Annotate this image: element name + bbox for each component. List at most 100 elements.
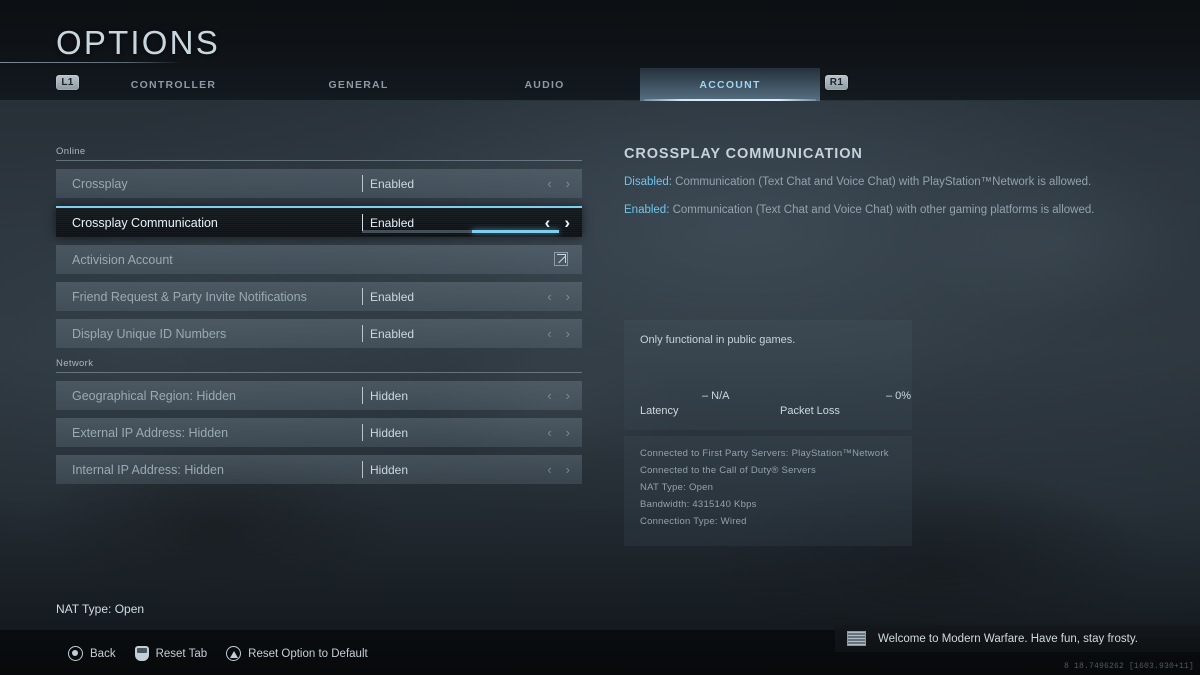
section-divider-online xyxy=(56,160,582,161)
stepper-arrows: ‹ › xyxy=(545,208,570,237)
tab-general[interactable]: GENERAL xyxy=(281,68,436,101)
description-key: Disabled: xyxy=(624,176,672,188)
chevron-right-icon[interactable]: › xyxy=(566,389,570,402)
setting-label: Display Unique ID Numbers xyxy=(72,326,227,341)
r1-bumper-icon[interactable]: R1 xyxy=(824,74,849,91)
setting-row-external-ip-address[interactable]: External IP Address: Hidden Hidden ‹ › xyxy=(56,418,582,447)
chevron-left-icon[interactable]: ‹ xyxy=(547,290,551,303)
setting-value: Enabled xyxy=(370,289,415,304)
latency-value: – N/A xyxy=(702,390,730,402)
chevron-right-icon[interactable]: › xyxy=(566,463,570,476)
stepper-arrows: ‹ › xyxy=(547,418,570,447)
notification-list-icon xyxy=(847,631,866,646)
chevron-left-icon[interactable]: ‹ xyxy=(547,426,551,439)
value-divider xyxy=(362,214,363,231)
description-text: Communication (Text Chat and Voice Chat)… xyxy=(671,176,1092,188)
hint-reset-option-to-default[interactable]: Reset Option to Default xyxy=(226,646,368,661)
chevron-right-icon[interactable]: › xyxy=(566,290,570,303)
connection-line-connection-type: Connection Type: Wired xyxy=(640,516,747,527)
chevron-left-icon[interactable]: ‹ xyxy=(545,214,551,231)
chevron-right-icon[interactable]: › xyxy=(566,327,570,340)
button-hints: Back Reset Tab Reset Option to Default xyxy=(68,646,378,661)
stick-button-icon xyxy=(134,646,149,661)
chevron-left-icon[interactable]: ‹ xyxy=(547,177,551,190)
setting-label: Crossplay xyxy=(72,176,128,191)
notification-toast: Welcome to Modern Warfare. Have fun, sta… xyxy=(835,625,1200,652)
connection-line-first-party: Connected to First Party Servers: PlaySt… xyxy=(640,448,889,459)
triangle-button-icon xyxy=(226,646,242,661)
setting-row-crossplay-communication[interactable]: Crossplay Communication Enabled ‹ › xyxy=(56,206,582,237)
setting-row-crossplay[interactable]: Crossplay Enabled ‹ › xyxy=(56,169,582,198)
latency-label: Latency xyxy=(640,405,679,417)
network-stats-panel: Only functional in public games. – N/A L… xyxy=(624,320,912,430)
description-panel: CROSSPLAY COMMUNICATION Disabled: Commun… xyxy=(624,146,1124,230)
description-title: CROSSPLAY COMMUNICATION xyxy=(624,146,863,162)
options-screen: OPTIONS L1 R1 CONTROLLER GENERAL AUDIO A… xyxy=(0,0,1200,675)
stepper-arrows: ‹ › xyxy=(547,282,570,311)
description-line-enabled: Enabled: Communication (Text Chat and Vo… xyxy=(624,203,1124,219)
section-header-online: Online xyxy=(56,146,86,157)
chevron-right-icon[interactable]: › xyxy=(564,214,570,231)
connection-info-panel: Connected to First Party Servers: PlaySt… xyxy=(624,436,912,546)
section-header-network: Network xyxy=(56,358,94,369)
packet-loss-label: Packet Loss xyxy=(780,405,840,417)
setting-value: Hidden xyxy=(370,462,409,477)
stepper-arrows: ‹ › xyxy=(547,381,570,410)
page-title: OPTIONS xyxy=(56,24,220,61)
external-link-icon[interactable] xyxy=(554,252,568,266)
settings-list: Online Crossplay Enabled ‹ › Crossplay C… xyxy=(56,146,582,492)
hint-label: Back xyxy=(90,647,116,660)
setting-row-internal-ip-address[interactable]: Internal IP Address: Hidden Hidden ‹ › xyxy=(56,455,582,484)
stepper-arrows: ‹ › xyxy=(547,169,570,198)
value-divider xyxy=(362,325,363,342)
setting-value: Enabled xyxy=(370,176,415,191)
description-key: Enabled: xyxy=(624,203,670,216)
network-stats-row: – N/A Latency – 0% Packet Loss xyxy=(640,383,911,417)
description-text: Communication (Text Chat and Voice Chat)… xyxy=(669,203,1095,216)
section-divider-network xyxy=(56,372,582,373)
value-divider xyxy=(362,288,363,305)
value-divider xyxy=(362,424,363,441)
stepper-arrows: ‹ › xyxy=(547,455,570,484)
chevron-left-icon[interactable]: ‹ xyxy=(547,327,551,340)
setting-row-geographical-region[interactable]: Geographical Region: Hidden Hidden ‹ › xyxy=(56,381,582,410)
setting-label: Activision Account xyxy=(72,252,173,267)
latency-stat: – N/A Latency xyxy=(640,390,730,417)
setting-value: Enabled xyxy=(370,326,415,341)
setting-row-friend-request-notifications[interactable]: Friend Request & Party Invite Notificati… xyxy=(56,282,582,311)
description-line-disabled: Disabled: Communication (Text Chat and V… xyxy=(624,175,1124,191)
hint-label: Reset Option to Default xyxy=(248,647,368,660)
circle-button-icon xyxy=(68,646,83,661)
chevron-left-icon[interactable]: ‹ xyxy=(547,463,551,476)
chevron-left-icon[interactable]: ‹ xyxy=(547,389,551,402)
packet-loss-stat: – 0% Packet Loss xyxy=(780,390,911,417)
network-note: Only functional in public games. xyxy=(640,334,796,346)
value-divider xyxy=(362,175,363,192)
chevron-right-icon[interactable]: › xyxy=(566,426,570,439)
setting-label: Geographical Region: Hidden xyxy=(72,388,236,403)
hint-back[interactable]: Back xyxy=(68,646,116,661)
setting-value: Hidden xyxy=(370,388,409,403)
tab-account[interactable]: ACCOUNT xyxy=(640,68,820,101)
packet-loss-value: – 0% xyxy=(886,390,912,402)
setting-row-display-unique-id-numbers[interactable]: Display Unique ID Numbers Enabled ‹ › xyxy=(56,319,582,348)
value-divider xyxy=(362,461,363,478)
setting-value: Hidden xyxy=(370,425,409,440)
connection-line-cod-servers: Connected to the Call of Duty® Servers xyxy=(640,465,816,476)
title-underline xyxy=(0,62,182,63)
setting-label: External IP Address: Hidden xyxy=(72,425,229,440)
connection-line-nat-type: NAT Type: Open xyxy=(640,482,714,493)
hint-label: Reset Tab xyxy=(155,647,208,660)
tab-controller[interactable]: CONTROLLER xyxy=(96,68,251,101)
chevron-right-icon[interactable]: › xyxy=(566,177,570,190)
setting-row-activision-account[interactable]: Activision Account xyxy=(56,245,582,274)
setting-value: Enabled xyxy=(370,215,415,230)
tab-audio[interactable]: AUDIO xyxy=(467,68,622,101)
setting-label: Friend Request & Party Invite Notificati… xyxy=(72,289,307,304)
nat-type-status: NAT Type: Open xyxy=(56,602,145,616)
hint-reset-tab[interactable]: Reset Tab xyxy=(134,646,208,661)
notification-text: Welcome to Modern Warfare. Have fun, sta… xyxy=(878,632,1138,645)
setting-label: Crossplay Communication xyxy=(72,215,218,230)
l1-bumper-icon[interactable]: L1 xyxy=(55,74,80,91)
stepper-arrows: ‹ › xyxy=(547,319,570,348)
